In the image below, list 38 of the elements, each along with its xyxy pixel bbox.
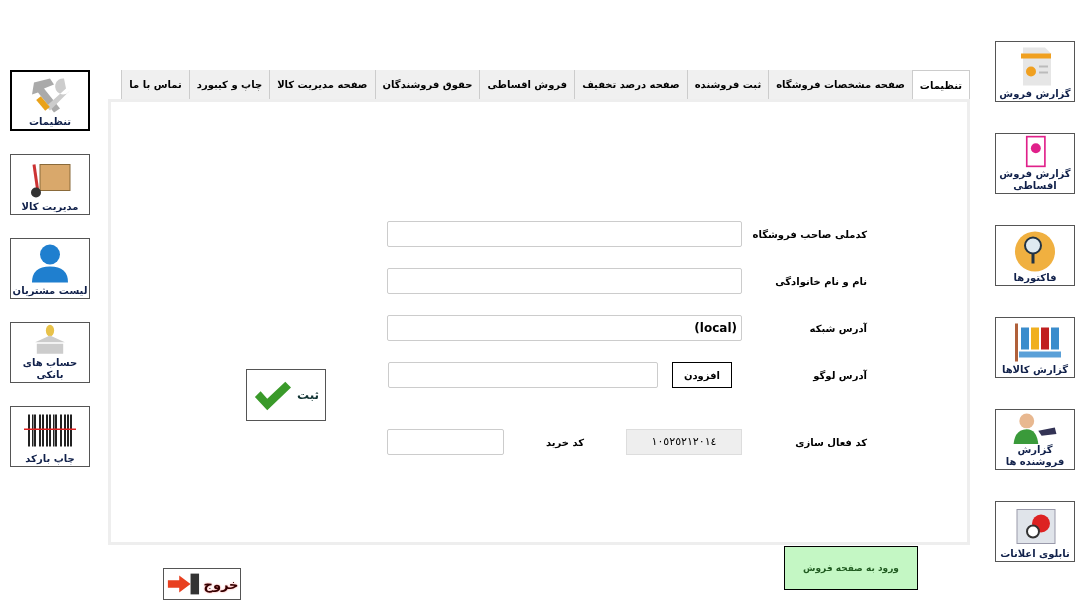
tile-button[interactable]: گزارش فروشنده ها <box>995 409 1075 470</box>
input-field[interactable]: (local) <box>387 315 742 341</box>
tab[interactable]: فروش اقساطی <box>479 70 575 99</box>
input-field[interactable] <box>387 268 742 294</box>
tab[interactable]: صفحه مشخصات فروشگاه <box>768 70 912 99</box>
tile-button[interactable]: چاپ بارکد <box>10 406 90 467</box>
tile-button[interactable]: لیست مشتریان <box>10 238 90 299</box>
tab[interactable]: تنظیمات <box>911 70 970 99</box>
field-label: نام و نام خانوادگی <box>774 275 867 287</box>
tile-button[interactable]: تنظیمات <box>10 70 90 131</box>
input-field[interactable] <box>388 362 658 388</box>
door-arrow-icon <box>165 572 200 596</box>
exit-button[interactable]: خروج <box>163 568 241 600</box>
tile-button[interactable]: حساب های بانکی <box>10 322 90 383</box>
tab[interactable]: ثبت فروشنده <box>686 70 769 99</box>
activation-code-field: ١٠٥٢٥٢١٢٠١٤ <box>626 429 742 455</box>
field-label: آدرس لوگو <box>811 369 867 381</box>
enter-sales-button[interactable]: ورود به صفحه فروش <box>784 546 918 590</box>
tab[interactable]: تماس با ما <box>121 70 189 99</box>
tab[interactable]: صفحه مدیریت کالا <box>269 70 375 99</box>
tile-button[interactable]: گزارش فروش <box>995 41 1075 102</box>
field-label: کدملی صاحب فروشگاه <box>751 228 867 240</box>
tile-button[interactable]: فاکتورها <box>995 225 1075 286</box>
tab[interactable]: صفحه درصد تخفیف <box>574 70 687 99</box>
tile-button[interactable]: تابلوی اعلانات <box>995 501 1075 562</box>
tile-button[interactable]: گزارش فروش اقساطی <box>995 133 1075 194</box>
add-button[interactable]: افزودن <box>672 362 732 388</box>
field-label: کد خرید <box>544 436 585 448</box>
field-label: آدرس شبکه <box>808 322 867 334</box>
field-label: کد فعال سازی <box>794 436 867 448</box>
input-field[interactable] <box>387 429 504 455</box>
tab[interactable]: چاپ و کیبورد <box>188 70 270 99</box>
tab[interactable]: حقوق فروشندگان <box>374 70 480 99</box>
check-icon <box>252 379 291 411</box>
input-field[interactable] <box>387 221 742 247</box>
submit-button[interactable]: ثبت <box>246 369 326 421</box>
tile-button[interactable]: مدیریت کالا <box>10 154 90 215</box>
tile-button[interactable]: گزارش کالاها <box>995 317 1075 378</box>
